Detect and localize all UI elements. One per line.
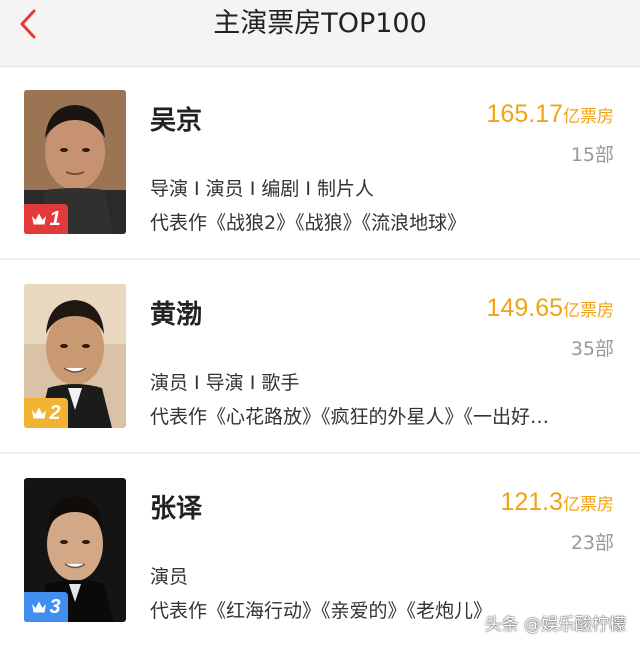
box-office: 149.65亿票房 (487, 294, 614, 323)
roles: 演员 I 导演 I 歌手 (150, 372, 300, 394)
crown-icon (32, 213, 47, 225)
avatar: 2 (24, 284, 126, 428)
actor-name: 张译 (150, 494, 203, 524)
box-office-value: 149.65 (486, 294, 563, 322)
rank-badge: 2 (24, 398, 68, 428)
list-item[interactable]: 1 吴京 165.17亿票房 15部 导演 I 演员 I 编剧 I 制片人 代表… (0, 66, 640, 258)
film-count: 35部 (570, 338, 614, 360)
list-item[interactable]: 2 黄渤 149.65亿票房 35部 演员 I 导演 I 歌手 代表作《心花路放… (0, 260, 640, 452)
box-office-unit: 亿票房 (563, 107, 614, 127)
rank-number: 1 (49, 207, 61, 230)
representative-works: 代表作《心花路放》《疯狂的外星人》《一出好… (150, 406, 550, 428)
box-office: 165.17亿票房 (487, 100, 614, 129)
film-count: 15部 (570, 144, 614, 166)
crown-icon (32, 601, 47, 613)
rank-badge: 1 (24, 204, 68, 234)
crown-icon (32, 407, 47, 419)
avatar: 1 (24, 90, 126, 234)
box-office-value: 165.17 (486, 100, 563, 128)
box-office-value: 121.3 (500, 488, 563, 516)
actor-name: 黄渤 (150, 300, 203, 330)
actor-name: 吴京 (150, 106, 203, 136)
film-count: 23部 (570, 532, 614, 554)
box-office-unit: 亿票房 (563, 495, 614, 515)
representative-works: 代表作《战狼2》《战狼》《流浪地球》 (150, 212, 467, 234)
roles: 导演 I 演员 I 编剧 I 制片人 (150, 178, 375, 200)
box-office: 121.3亿票房 (500, 488, 614, 517)
avatar: 3 (24, 478, 126, 622)
rank-number: 2 (49, 401, 61, 424)
roles: 演员 (150, 566, 189, 588)
rank-number: 3 (49, 595, 61, 618)
top-bar: 主演票房TOP100 (0, 0, 640, 67)
rank-badge: 3 (24, 592, 68, 622)
watermark: 头条 @娱乐酸柠檬 (484, 615, 626, 635)
page-title: 主演票房TOP100 (213, 8, 427, 39)
box-office-unit: 亿票房 (563, 301, 614, 321)
